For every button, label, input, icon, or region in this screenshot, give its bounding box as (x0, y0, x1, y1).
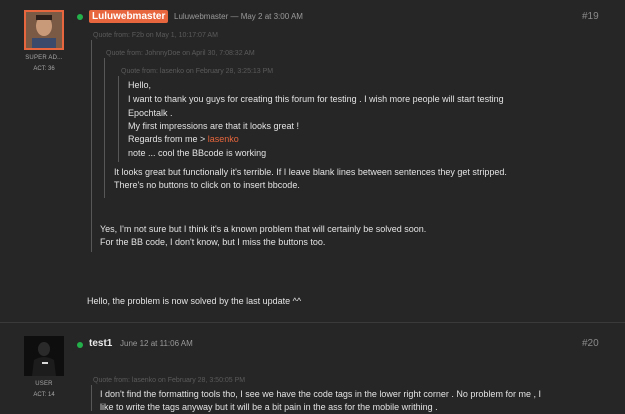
online-status-icon (77, 342, 83, 348)
quote-header: Quote from: lasenko on February 28, 3:50… (93, 377, 246, 384)
post-19 (0, 0, 625, 322)
post-number[interactable]: #19 (582, 11, 599, 22)
online-status-icon (77, 14, 83, 20)
quote-header-outer: Quote from: F2b on May 1, 10:17:07 AM (93, 32, 218, 39)
quote-header-inner: Quote from: lasenko on February 28, 3:25… (121, 68, 274, 75)
user-photo-icon (26, 12, 62, 48)
quote-bar (91, 385, 92, 411)
quote-text-line: Epochtalk . (128, 108, 173, 118)
quote-text-line: I want to thank you guys for creating th… (128, 94, 504, 104)
avatar[interactable] (24, 336, 64, 376)
username[interactable]: test1 (89, 338, 112, 349)
post-meta: June 12 at 11:06 AM (120, 339, 193, 348)
quote-text-line: Yes, I'm not sure but I think it's a kno… (100, 224, 427, 234)
quote-bar-middle (104, 58, 105, 198)
post-meta: Luluwebmaster — May 2 at 3:00 AM (174, 12, 303, 21)
regards-prefix: Regards from me > (128, 134, 208, 144)
user-activity: ACT: 36 (33, 66, 55, 72)
avatar[interactable] (24, 10, 64, 50)
quote-text-line: My first impressions are that it looks g… (128, 121, 300, 131)
quote-text-line: For the BB code, I don't know, but I mis… (100, 237, 326, 247)
quote-text-line: like to write the tags anyway but it wil… (100, 402, 438, 412)
quote-text-line: note ... cool the BBcode is working (128, 148, 267, 158)
quote-header-middle: Quote from: JohnnyDoe on April 30, 7:08:… (106, 50, 255, 57)
regards-line: Regards from me > lasenko (128, 133, 239, 146)
username-badge[interactable]: Luluwebmaster (89, 10, 169, 23)
user-photo-icon (24, 336, 64, 376)
post-body-text: Hello, the problem is now solved by the … (87, 296, 302, 306)
user-role: SUPER AD... (25, 55, 63, 61)
quote-text-line: It looks great but functionally it's ter… (114, 167, 507, 177)
user-role: USER (35, 381, 53, 387)
user-activity: ACT: 14 (33, 392, 55, 398)
quote-bar-inner (118, 76, 119, 162)
quote-text-line: Hello, (128, 80, 152, 90)
quote-bar-outer (91, 40, 92, 252)
mention-link[interactable]: lasenko (208, 134, 239, 144)
post-number[interactable]: #20 (582, 338, 599, 349)
quote-text-line: I don't find the formatting tools tho, I… (100, 389, 541, 399)
quote-text-line: There's no buttons to click on to insert… (114, 180, 300, 190)
